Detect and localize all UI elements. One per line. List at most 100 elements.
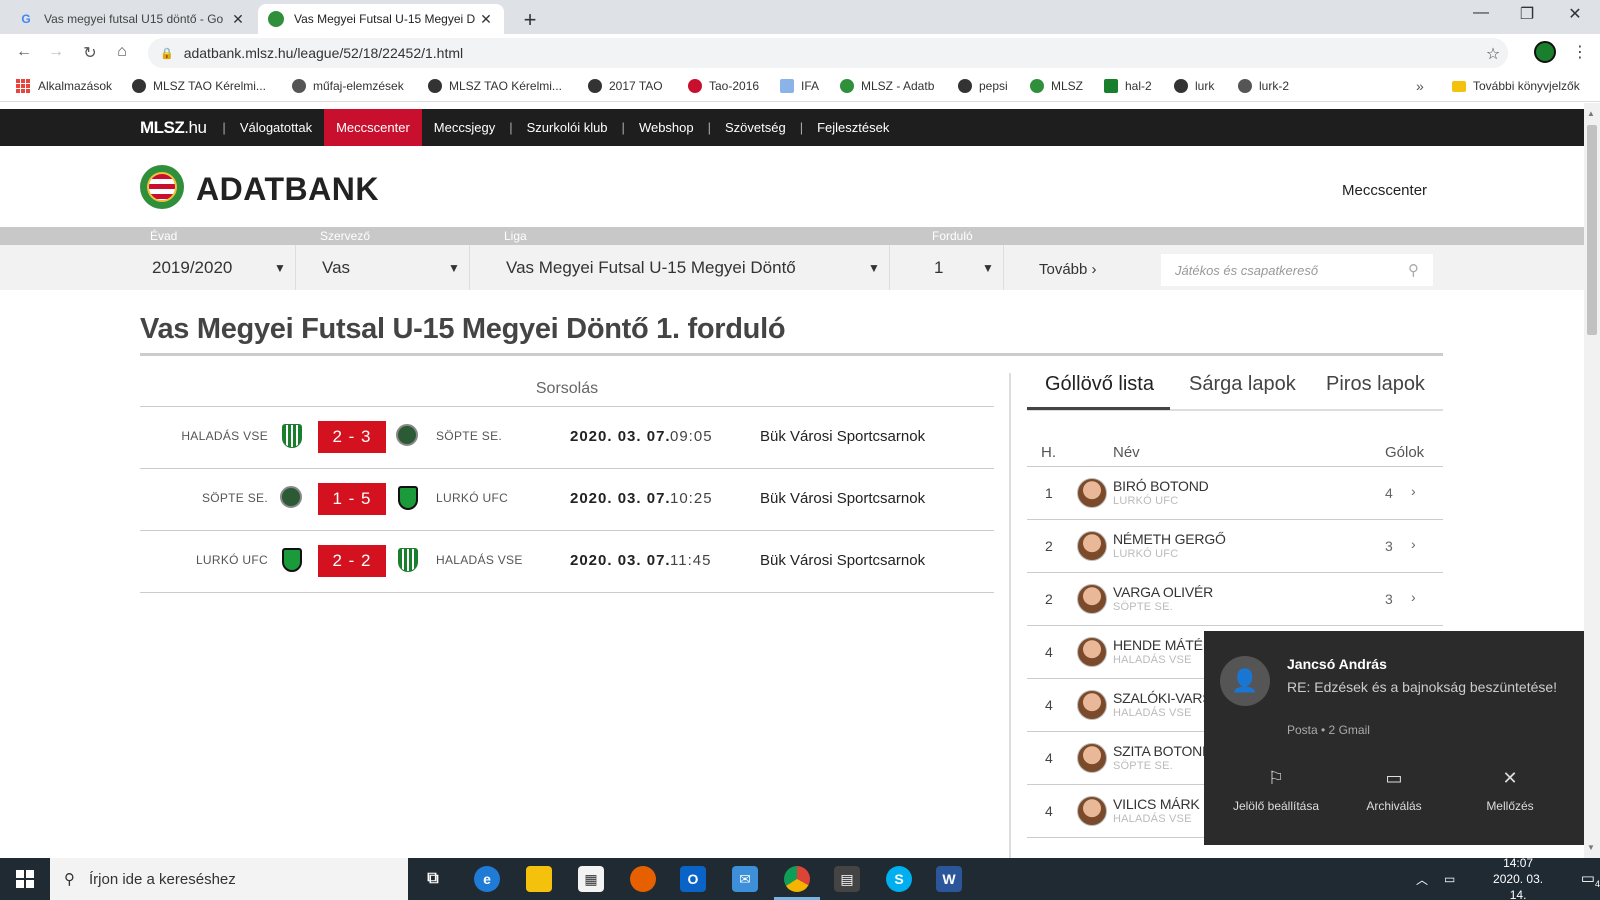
bookmark-item[interactable]: műfaj-elemzések xyxy=(292,79,404,93)
close-icon[interactable]: ✕ xyxy=(478,11,494,28)
browser-tab-2[interactable]: Vas Megyei Futsal U-15 Megyei D ✕ xyxy=(258,4,504,34)
mlsz-logo[interactable]: MLSZ.hu xyxy=(140,118,207,138)
home-icon[interactable]: ⌂ xyxy=(112,43,132,61)
player-name[interactable]: VARGA OLIVÉR xyxy=(1113,584,1213,600)
bookmark-item[interactable]: Tao-2016 xyxy=(688,79,759,93)
bookmark-item[interactable]: MLSZ TAO Kérelmi... xyxy=(132,79,266,93)
tab-top-scorers[interactable]: Góllövő lista xyxy=(1045,373,1154,396)
reload-icon[interactable]: ↻ xyxy=(80,43,100,63)
nav-meccsjegy[interactable]: Meccsjegy xyxy=(422,109,507,146)
score-badge[interactable]: 2 - 2 xyxy=(318,545,386,577)
edge-icon[interactable]: e xyxy=(474,866,500,892)
search-icon[interactable]: ⚲ xyxy=(1408,261,1419,279)
restore-icon[interactable]: ❐ xyxy=(1504,4,1550,24)
mlsz-crest-logo[interactable] xyxy=(140,165,184,209)
score-badge[interactable]: 1 - 5 xyxy=(318,483,386,515)
player-name[interactable]: SZITA BOTOND xyxy=(1113,743,1212,759)
network-icon[interactable]: ▭ xyxy=(1444,872,1455,886)
chevron-up-icon[interactable]: ︿ xyxy=(1416,871,1428,888)
browser-tab-1[interactable]: G Vas megyei futsal U15 döntő - Go ✕ xyxy=(8,4,256,34)
player-name[interactable]: VILICS MÁRK xyxy=(1113,796,1200,812)
player-name[interactable]: NÉMETH GERGŐ xyxy=(1113,531,1226,547)
store-icon[interactable]: ▦ xyxy=(578,866,604,892)
away-team[interactable]: LURKÓ UFC xyxy=(436,491,508,505)
chrome-icon[interactable] xyxy=(774,866,820,900)
player-name[interactable]: SZALÓKI-VARS xyxy=(1113,690,1212,706)
home-team[interactable]: LURKÓ UFC xyxy=(140,553,268,567)
nav-webshop[interactable]: Webshop xyxy=(627,109,706,146)
site-title[interactable]: ADATBANK xyxy=(196,171,379,208)
new-tab-button[interactable]: + xyxy=(518,7,542,33)
page-scrollbar[interactable]: ▲ ▼ xyxy=(1584,103,1600,858)
bookmark-item[interactable]: MLSZ - Adatb xyxy=(840,79,934,93)
score-badge[interactable]: 2 - 3 xyxy=(318,421,386,453)
scroll-up-icon[interactable]: ▲ xyxy=(1587,109,1595,118)
firefox-icon[interactable] xyxy=(630,866,656,892)
scorer-row[interactable]: 2 NÉMETH GERGŐ LURKÓ UFC 3 › xyxy=(1027,521,1443,573)
match-row[interactable]: HALADÁS VSE 2 - 3 SÖPTE SE. 2020. 03. 07… xyxy=(140,407,994,469)
away-team[interactable]: SÖPTE SE. xyxy=(436,429,502,443)
address-bar[interactable]: 🔒 adatbank.mlsz.hu/league/52/18/22452/1.… xyxy=(148,38,1508,68)
bookmark-item[interactable]: IFA xyxy=(780,79,819,93)
nav-szovetseg[interactable]: Szövetség xyxy=(713,109,798,146)
round-select[interactable]: 1 ▼ xyxy=(922,245,1004,290)
chevron-right-icon[interactable]: › xyxy=(1411,483,1416,499)
scorer-row[interactable]: 1 BIRÓ BOTOND LURKÓ UFC 4 › xyxy=(1027,468,1443,520)
bookmarks-overflow-button[interactable]: » xyxy=(1416,78,1424,94)
mail-icon[interactable]: ✉ xyxy=(732,866,758,892)
bookmark-item[interactable]: 2017 TAO xyxy=(588,79,663,93)
bookmark-item[interactable]: lurk xyxy=(1174,79,1214,93)
outlook-icon[interactable]: O xyxy=(680,866,706,892)
nav-meccscenter[interactable]: Meccscenter xyxy=(324,109,422,146)
chevron-right-icon[interactable]: › xyxy=(1411,536,1416,552)
clock[interactable]: 14:07 2020. 03. 14. xyxy=(1483,855,1552,900)
action-center-icon[interactable]: ▭4 xyxy=(1581,869,1600,889)
window-close-icon[interactable]: ✕ xyxy=(1552,4,1598,24)
minimize-icon[interactable]: — xyxy=(1458,4,1504,22)
nav-fejlesztesek[interactable]: Fejlesztések xyxy=(805,109,901,146)
season-select[interactable]: 2019/2020 ▼ xyxy=(140,245,296,290)
player-team-search-input[interactable]: Játékos és csapatkereső ⚲ xyxy=(1161,254,1433,286)
tab-yellow-cards[interactable]: Sárga lapok xyxy=(1189,373,1296,396)
profile-avatar[interactable] xyxy=(1534,41,1556,63)
tab-red-cards[interactable]: Piros lapok xyxy=(1326,373,1425,396)
more-link[interactable]: Tovább › xyxy=(1039,261,1097,278)
bookmark-item[interactable]: lurk-2 xyxy=(1238,79,1289,93)
flag-button[interactable]: ⚐ Jelölő beállítása xyxy=(1216,768,1336,813)
chevron-right-icon[interactable]: › xyxy=(1411,589,1416,605)
kebab-menu-icon[interactable]: ⋮ xyxy=(1572,42,1588,62)
home-team[interactable]: SÖPTE SE. xyxy=(140,491,268,505)
league-select[interactable]: Vas Megyei Futsal U-15 Megyei Döntő ▼ xyxy=(494,245,890,290)
nav-valogatottak[interactable]: Válogatottak xyxy=(228,109,324,146)
archive-button[interactable]: ▭ Archiválás xyxy=(1334,768,1454,813)
word-icon[interactable]: W xyxy=(936,866,962,892)
windows-start-icon[interactable] xyxy=(16,870,34,888)
other-bookmarks[interactable]: További könyvjelzők xyxy=(1452,79,1580,93)
home-team[interactable]: HALADÁS VSE xyxy=(140,429,268,443)
match-row[interactable]: SÖPTE SE. 1 - 5 LURKÓ UFC 2020. 03. 07. … xyxy=(140,469,994,531)
nav-szurkoloi-klub[interactable]: Szurkolói klub xyxy=(515,109,620,146)
bookmark-item[interactable]: MLSZ xyxy=(1030,79,1083,93)
task-view-icon[interactable]: ⧉ xyxy=(420,866,446,892)
file-explorer-icon[interactable] xyxy=(526,866,552,892)
mail-notification[interactable]: 👤 Jancsó András RE: Edzések és a bajnoks… xyxy=(1204,631,1584,845)
away-team[interactable]: HALADÁS VSE xyxy=(436,553,523,567)
bookmark-item[interactable]: MLSZ TAO Kérelmi... xyxy=(428,79,562,93)
scrollbar-thumb[interactable] xyxy=(1587,125,1597,335)
forward-icon[interactable]: → xyxy=(46,43,66,61)
scroll-down-icon[interactable]: ▼ xyxy=(1587,843,1595,852)
player-name[interactable]: HENDE MÁTÉ xyxy=(1113,637,1203,653)
bookmark-item[interactable]: hal-2 xyxy=(1104,79,1152,93)
star-icon[interactable]: ☆ xyxy=(1478,44,1508,64)
bookmark-item[interactable]: pepsi xyxy=(958,79,1008,93)
scorer-row[interactable]: 2 VARGA OLIVÉR SÖPTE SE. 3 › xyxy=(1027,574,1443,626)
dismiss-button[interactable]: ✕ Mellőzés xyxy=(1450,768,1570,813)
organizer-select[interactable]: Vas ▼ xyxy=(310,245,470,290)
calculator-icon[interactable]: ▤ xyxy=(834,866,860,892)
skype-icon[interactable]: S xyxy=(886,866,912,892)
back-icon[interactable]: ← xyxy=(14,43,34,61)
taskbar-search-input[interactable]: ⚲ Írjon ide a kereséshez xyxy=(50,858,408,900)
close-icon[interactable]: ✕ xyxy=(230,11,246,28)
bookmark-apps[interactable]: Alkalmazások xyxy=(16,79,112,93)
header-meccscenter-link[interactable]: Meccscenter xyxy=(1342,182,1427,199)
